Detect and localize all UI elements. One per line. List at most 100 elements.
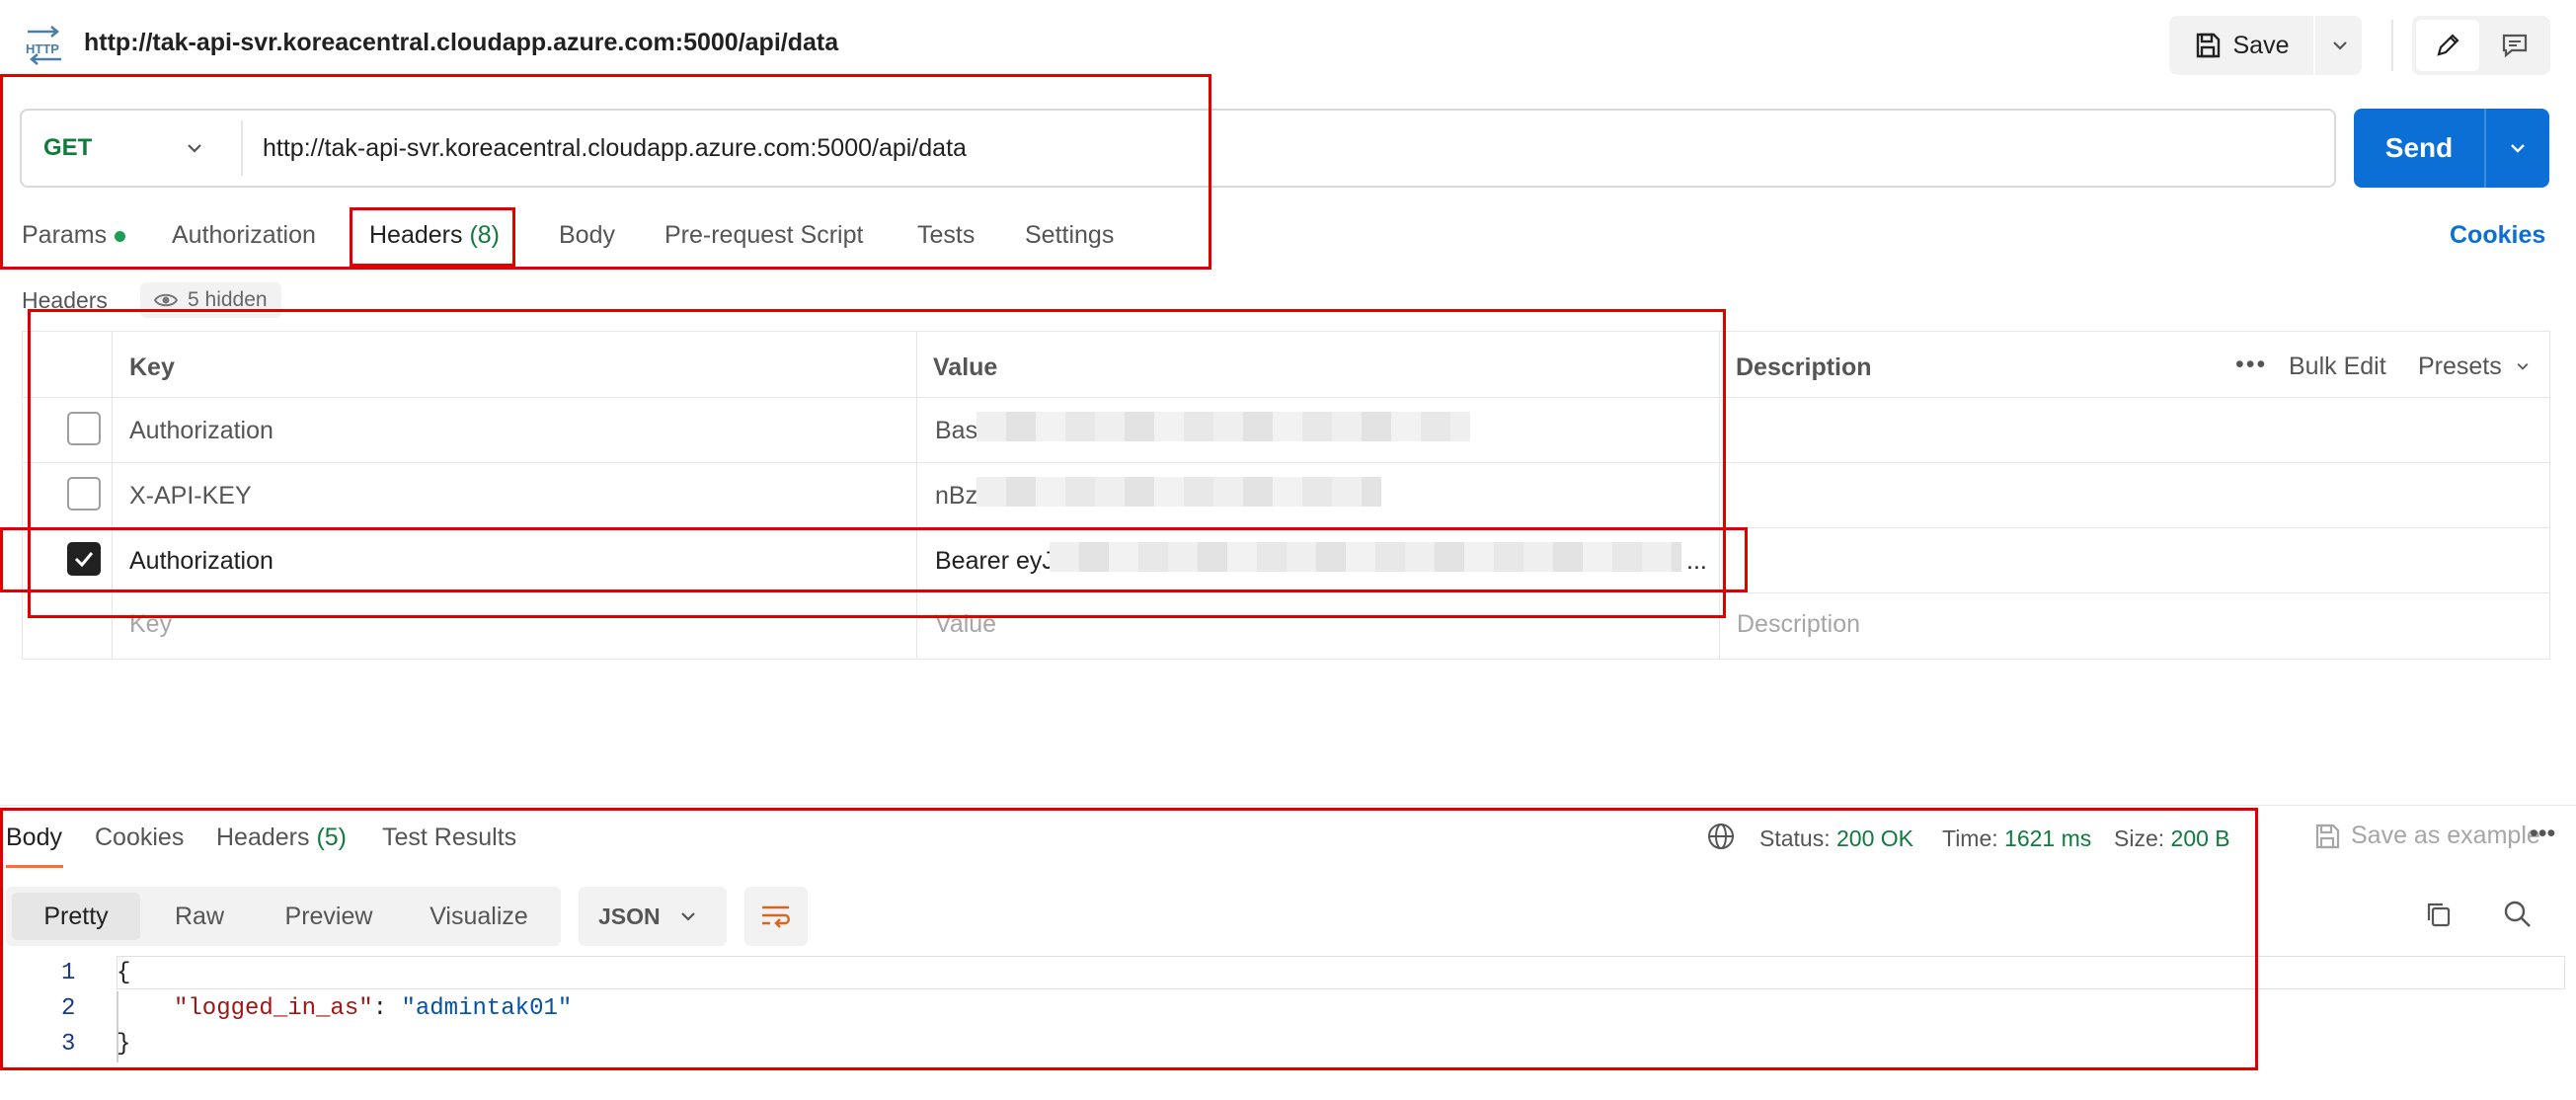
header-value-cell[interactable]: Bearer eyJ [935,547,1054,576]
checkmark-icon [74,552,94,568]
header-enabled-checkbox[interactable] [67,542,101,576]
save-button[interactable]: Save [2169,16,2313,75]
header-enabled-checkbox[interactable] [67,477,101,511]
response-body-editor[interactable]: 1 2 3 { "logged_in_as": "admintak01" } [0,956,2576,1100]
new-description-input[interactable]: Description [1737,610,1860,639]
tab-headers[interactable]: Headers (8) [369,221,500,250]
http-request-icon: HTTP [22,24,67,65]
response-view-switcher: Pretty Raw Preview Visualize [6,887,561,946]
hidden-headers-toggle[interactable]: 5 hidden [140,282,281,318]
value-ellipsis: ... [1686,547,1707,575]
view-pretty[interactable]: Pretty [12,893,140,940]
response-time[interactable]: Time: 1621 ms [1942,825,2091,852]
chevron-down-icon [2332,41,2347,50]
response-tab-headers[interactable]: Headers (5) [216,824,347,852]
request-url-bar: GET [20,109,2336,188]
column-divider [916,332,917,659]
search-icon[interactable] [2502,899,2534,935]
tab-pre-request-script[interactable]: Pre-request Script [664,221,863,250]
tab-authorization[interactable]: Authorization [172,221,316,250]
response-status[interactable]: Status: 200 OK [1759,825,1913,852]
header-key-cell[interactable]: Authorization [129,547,273,576]
headers-more-options[interactable]: ••• [2235,351,2267,379]
response-size[interactable]: Size: 200 B [2114,825,2230,852]
view-visualize[interactable]: Visualize [403,893,555,940]
method-divider [241,120,243,176]
method-select[interactable]: GET [43,111,92,186]
edit-button[interactable] [2416,20,2479,71]
tab-tests[interactable]: Tests [917,221,975,250]
save-button-group: Save [2169,16,2362,75]
view-preview[interactable]: Preview [259,893,399,940]
chevron-down-icon [680,912,695,921]
code-key-value-line: "logged_in_as": "admintak01" [174,995,572,1022]
json-string-value: "admintak01" [401,995,573,1022]
header-enabled-checkbox[interactable] [67,412,101,445]
url-input[interactable] [263,111,2237,186]
column-divider [1719,332,1720,659]
header-value-cell[interactable]: nBz [935,482,977,511]
wrap-lines-button[interactable] [744,887,808,946]
line-number: 1 [61,960,76,986]
tab-headers-label: Headers [369,221,463,249]
request-title[interactable]: http://tak-api-svr.koreacentral.cloudapp… [84,29,838,57]
tab-settings[interactable]: Settings [1025,221,1114,250]
redacted-value [976,477,1381,507]
send-options-dropdown[interactable] [2486,109,2549,188]
response-tab-cookies[interactable]: Cookies [95,824,184,852]
line-number: 3 [61,1031,76,1058]
active-tab-indicator [6,865,63,868]
redacted-value [976,412,1470,441]
format-label: JSON [598,903,661,929]
json-key: "logged_in_as" [174,995,373,1022]
save-options-dropdown[interactable] [2317,16,2362,75]
response-tab-body[interactable]: Body [6,824,62,852]
save-as-example-button[interactable]: Save as example [2313,822,2540,850]
header-key-cell[interactable]: Authorization [129,417,273,445]
line-number: 2 [61,995,76,1022]
column-divider [112,332,113,659]
time-label: Time: [1942,825,1998,851]
params-indicator-dot [115,230,126,242]
table-header-row [23,332,2549,398]
active-line-highlight [117,956,2565,989]
save-icon [2194,32,2222,59]
presets-dropdown[interactable]: Presets [2418,353,2531,381]
send-button[interactable]: Send [2354,109,2484,188]
comments-button[interactable] [2483,20,2546,71]
presets-label: Presets [2418,353,2502,380]
header-key-cell[interactable]: X-API-KEY [129,482,252,511]
time-value: 1621 ms [2004,825,2092,851]
code-close-brace: } [117,1031,131,1058]
save-as-example-label: Save as example [2351,822,2540,849]
chevron-down-icon [2517,362,2529,370]
cookies-link[interactable]: Cookies [2450,221,2545,250]
size-value: 200 B [2170,825,2230,851]
json-colon: : [372,995,402,1022]
column-header-value: Value [933,354,998,381]
hidden-headers-count: 5 hidden [188,288,268,311]
headers-section-label: Headers [22,287,108,313]
toolbar-divider [2391,20,2393,71]
header-value-cell[interactable]: Bas [935,417,977,445]
tab-body[interactable]: Body [559,221,615,250]
column-header-description: Description [1736,354,1872,381]
globe-icon[interactable] [1706,822,1736,856]
save-icon [2315,825,2340,849]
method-dropdown[interactable] [185,111,204,186]
send-button-group: Send [2354,109,2549,188]
eye-icon [154,293,178,307]
tab-params[interactable]: Params [22,221,126,250]
response-tab-test-results[interactable]: Test Results [382,824,516,852]
new-key-input[interactable]: Key [129,610,172,639]
chevron-down-icon [2511,144,2525,153]
wrap-lines-icon [762,905,790,928]
new-value-input[interactable]: Value [935,610,996,639]
save-label: Save [2232,31,2290,59]
copy-icon[interactable] [2423,899,2455,935]
status-label: Status: [1759,825,1831,851]
response-more-options[interactable]: ••• [2530,820,2555,848]
view-raw[interactable]: Raw [144,893,255,940]
bulk-edit-button[interactable]: Bulk Edit [2289,353,2386,381]
format-select[interactable]: JSON [579,887,727,946]
